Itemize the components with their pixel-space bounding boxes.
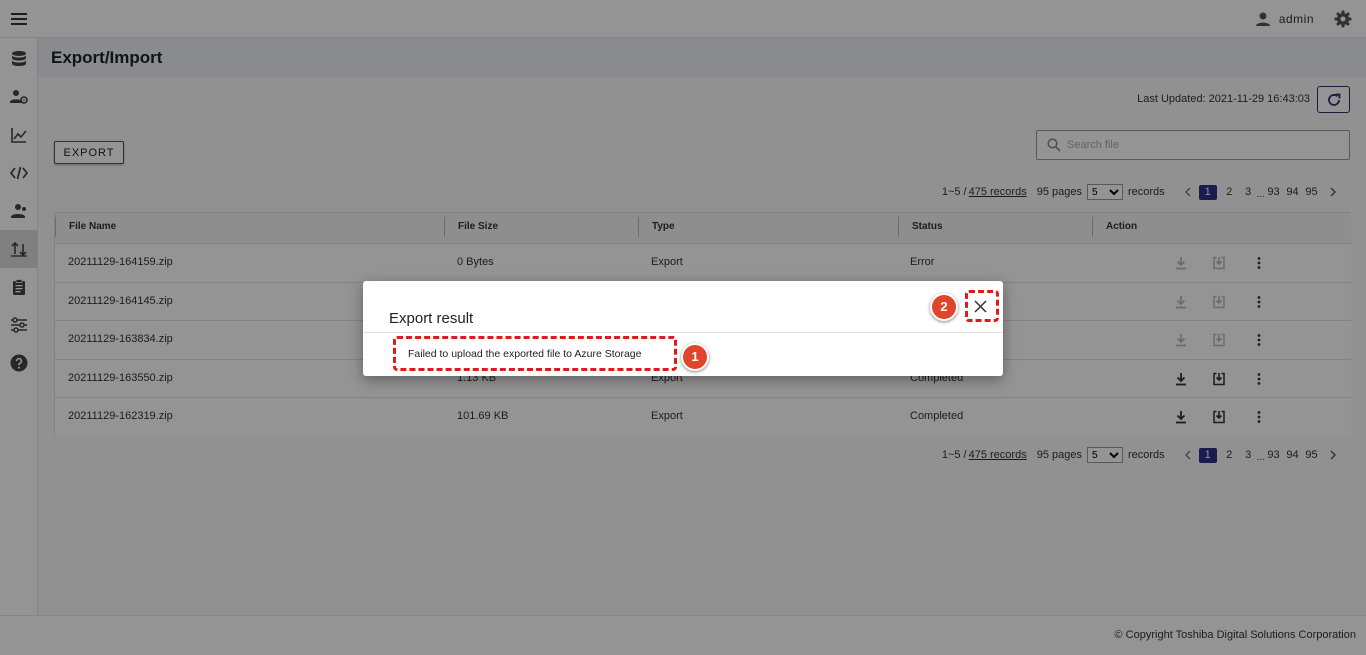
callout-badge-1: 1 — [681, 343, 709, 371]
callout-badge-2: 2 — [930, 293, 958, 321]
dialog-divider — [363, 332, 1003, 333]
highlight-box-message — [393, 336, 677, 371]
highlight-box-close — [965, 290, 999, 322]
dialog-title: Export result — [389, 310, 474, 327]
